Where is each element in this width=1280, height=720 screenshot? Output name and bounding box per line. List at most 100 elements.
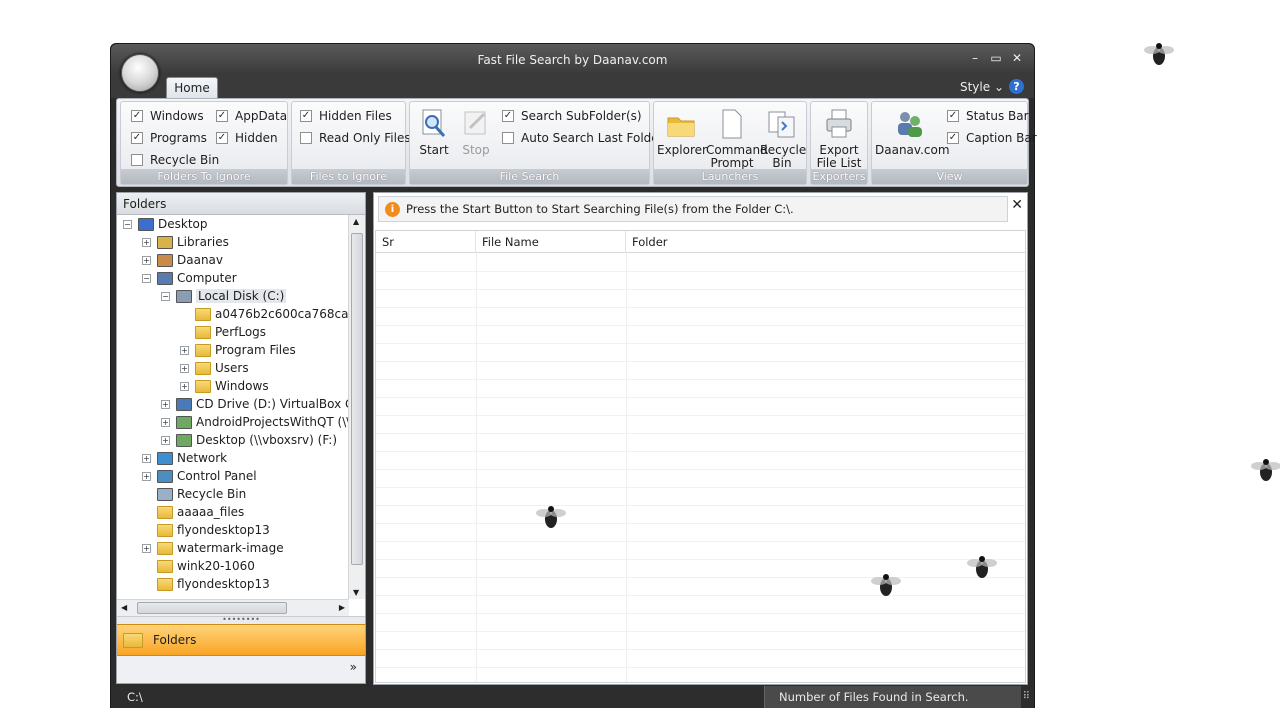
tree-item-label: Local Disk (C:) (196, 289, 287, 303)
checkbox-programs[interactable]: ✓ Programs (131, 131, 207, 145)
checkbox-hidden-files[interactable]: ✓ Hidden Files (300, 109, 392, 123)
checkbox-box[interactable]: ✓ (502, 110, 514, 122)
tree-item[interactable]: a0476b2c600ca768ca (180, 305, 348, 323)
tree-item[interactable]: + Users (180, 359, 249, 377)
checkbox-box[interactable]: ✓ (131, 110, 143, 122)
recycle-bin-button[interactable]: Recycle Bin (760, 108, 806, 170)
export-file-list-button[interactable]: Export File List (813, 108, 865, 170)
expand-icon[interactable]: + (180, 345, 189, 355)
checkbox-box[interactable] (300, 132, 312, 144)
checkbox-hidden[interactable]: ✓ Hidden (216, 131, 278, 145)
resize-grip-icon[interactable]: ⠿ (1023, 691, 1030, 702)
grid-row-line (376, 433, 1025, 434)
scrollbar-thumb[interactable] (351, 233, 363, 565)
scrollbar-thumb[interactable] (137, 602, 287, 614)
title-bar[interactable]: Fast File Search by Daanav.com – ▭ ✕ (111, 44, 1034, 74)
expand-icon[interactable]: + (142, 237, 151, 247)
style-menu[interactable]: Style ⌄ (960, 80, 1004, 94)
expand-icon[interactable]: + (142, 543, 151, 553)
chevron-right-icon[interactable]: » (350, 660, 357, 674)
info-close-button[interactable]: ✕ (1011, 197, 1023, 213)
folder-icon (195, 325, 211, 339)
close-button[interactable]: ✕ (1008, 51, 1026, 65)
checkbox-auto-search-last-folder[interactable]: Auto Search Last Folder (502, 131, 664, 145)
tree-item[interactable]: Recycle Bin (142, 485, 246, 503)
tree-item[interactable]: + Network (142, 449, 227, 467)
checkbox-appdata[interactable]: ✓ AppData (216, 109, 287, 123)
checkbox-status-bar[interactable]: ✓ Status Bar (947, 109, 1029, 123)
column-header-folder[interactable]: Folder (626, 231, 1025, 253)
column-header-file-name[interactable]: File Name (476, 231, 626, 253)
tree-item[interactable]: − Local Disk (C:) (161, 287, 287, 305)
tree-item[interactable]: + Desktop (\\vboxsrv) (F:) (161, 431, 337, 449)
stop-icon (464, 111, 486, 135)
tree-item[interactable]: + CD Drive (D:) VirtualBox Gues (161, 395, 349, 413)
tree-item[interactable]: + watermark-image (142, 539, 284, 557)
minimize-button[interactable]: – (966, 51, 984, 65)
expand-icon[interactable]: + (161, 435, 170, 445)
expand-icon[interactable]: + (161, 417, 170, 427)
tree-item[interactable]: + AndroidProjectsWithQT (\\v (161, 413, 349, 431)
tree-item[interactable]: flyondesktop13 (142, 575, 270, 593)
scroll-down-icon[interactable]: ▼ (353, 588, 359, 597)
checkbox-search-subfolders[interactable]: ✓ Search SubFolder(s) (502, 109, 642, 123)
tree-item[interactable]: aaaaa_files (142, 503, 244, 521)
computer-icon (157, 271, 173, 285)
checkbox-box[interactable]: ✓ (947, 110, 959, 122)
pane-splitter[interactable]: •••••••• (117, 616, 365, 624)
checkbox-box[interactable] (131, 154, 143, 166)
expand-icon[interactable]: + (142, 255, 151, 265)
application-orb-button[interactable] (121, 54, 159, 92)
tree-item[interactable]: + Windows (180, 377, 269, 395)
grid-row-line (376, 595, 1025, 596)
expand-icon[interactable]: + (180, 381, 189, 391)
tree-item[interactable]: + Daanav (142, 251, 223, 269)
checkbox-box[interactable]: ✓ (131, 132, 143, 144)
checkbox-box[interactable]: ✓ (216, 132, 228, 144)
tree-item[interactable]: + Program Files (180, 341, 296, 359)
help-icon[interactable]: ? (1009, 79, 1024, 94)
expand-icon[interactable]: + (180, 363, 189, 373)
tree-item[interactable]: − Computer (142, 269, 237, 287)
maximize-button[interactable]: ▭ (987, 51, 1005, 65)
checkbox-box[interactable]: ✓ (216, 110, 228, 122)
checkbox-caption-bar[interactable]: ✓ Caption Bar (947, 131, 1037, 145)
tree-item[interactable]: wink20-1060 (142, 557, 255, 575)
column-header-sr[interactable]: Sr (376, 231, 476, 253)
command-prompt-button[interactable]: Command Prompt (706, 108, 768, 170)
folder-icon (667, 117, 695, 137)
checkbox-windows[interactable]: ✓ Windows (131, 109, 204, 123)
recycle-icon (157, 487, 173, 501)
scroll-left-icon[interactable]: ◀ (121, 603, 127, 612)
checkbox-box[interactable]: ✓ (300, 110, 312, 122)
daanav-button[interactable]: Daanav.com (875, 108, 950, 157)
checkbox-box[interactable] (502, 132, 514, 144)
checkbox-recycle-bin[interactable]: Recycle Bin (131, 153, 219, 167)
tab-home[interactable]: Home (166, 77, 218, 99)
tree-item[interactable]: + Libraries (142, 233, 229, 251)
expand-icon[interactable]: + (142, 471, 151, 481)
tree-item[interactable]: PerfLogs (180, 323, 266, 341)
collapse-icon[interactable]: − (142, 273, 151, 283)
tree-item[interactable]: + Control Panel (142, 467, 257, 485)
explorer-button[interactable]: Explorer (657, 108, 707, 157)
ribbon: ✓ Windows ✓ AppData ✓ Programs ✓ Hidden Recy… (116, 98, 1037, 187)
scroll-right-icon[interactable]: ▶ (339, 603, 345, 612)
tree-item[interactable]: flyondesktop13 (142, 521, 270, 539)
checkbox-box[interactable]: ✓ (947, 132, 959, 144)
checkbox-read-only-files[interactable]: Read Only Files (300, 131, 411, 145)
collapse-icon[interactable]: − (161, 291, 170, 301)
nav-folders-button[interactable]: Folders (117, 624, 365, 656)
folder-tree[interactable]: − Desktop + Libraries + Daanav − Computer − Local… (117, 215, 349, 595)
stop-button[interactable]: Stop (458, 108, 494, 157)
results-grid[interactable]: Sr File Name Folder (375, 230, 1026, 683)
scroll-up-icon[interactable]: ▲ (353, 217, 359, 226)
collapse-icon[interactable]: − (123, 219, 132, 229)
expand-icon[interactable]: + (161, 399, 170, 409)
vertical-scrollbar[interactable]: ▲ ▼ (348, 215, 365, 599)
horizontal-scrollbar[interactable]: ◀ ▶ (117, 599, 349, 616)
start-button[interactable]: Start (416, 108, 452, 157)
tree-item[interactable]: − Desktop (123, 215, 208, 233)
tree-item[interactable]: watermark-image (142, 593, 284, 595)
expand-icon[interactable]: + (142, 453, 151, 463)
